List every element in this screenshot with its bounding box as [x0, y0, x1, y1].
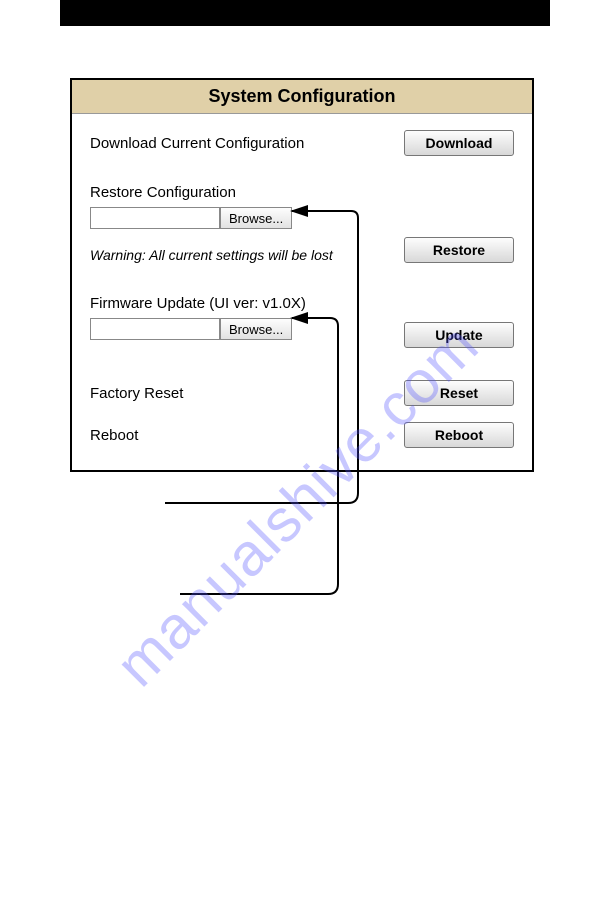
firmware-section: Firmware Update (UI ver: v1.0X) Browse..…: [90, 295, 514, 348]
top-bar: [60, 0, 550, 26]
firmware-label: Firmware Update (UI ver: v1.0X): [90, 295, 514, 312]
restore-warning: Warning: All current settings will be lo…: [90, 247, 404, 263]
download-label: Download Current Configuration: [90, 135, 404, 152]
restore-section: Restore Configuration Browse... Warning:…: [90, 184, 514, 263]
restore-file-input[interactable]: [90, 207, 220, 229]
panel-title: System Configuration: [72, 80, 532, 114]
reboot-label: Reboot: [90, 427, 404, 444]
download-button[interactable]: Download: [404, 130, 514, 156]
reboot-button[interactable]: Reboot: [404, 422, 514, 448]
update-button[interactable]: Update: [404, 322, 514, 348]
system-config-panel: System Configuration Download Current Co…: [70, 78, 534, 472]
restore-button[interactable]: Restore: [404, 237, 514, 263]
firmware-browse-button[interactable]: Browse...: [220, 318, 292, 340]
factory-reset-label: Factory Reset: [90, 385, 404, 402]
download-row: Download Current Configuration Download: [90, 130, 514, 156]
firmware-file-input[interactable]: [90, 318, 220, 340]
restore-label: Restore Configuration: [90, 184, 514, 201]
factory-reset-row: Factory Reset Reset: [90, 380, 514, 406]
reset-button[interactable]: Reset: [404, 380, 514, 406]
restore-browse-button[interactable]: Browse...: [220, 207, 292, 229]
reboot-row: Reboot Reboot: [90, 422, 514, 448]
